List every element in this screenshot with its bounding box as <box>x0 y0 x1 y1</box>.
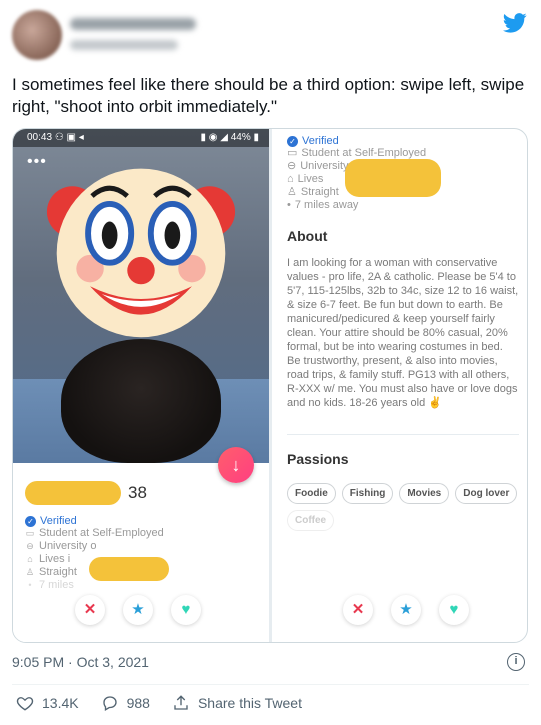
home-icon: ⌂ <box>27 554 33 564</box>
battery-text: 44% <box>230 132 251 143</box>
verified-label-right: Verified <box>302 135 339 147</box>
nope-button[interactable]: ✕ <box>75 595 105 625</box>
battery-level: ▮ ◉ ◢ 44% ▮ <box>200 129 259 147</box>
profile-screenshot-left: 00:43 ⚇ ▣ ◂ ▮ ◉ ◢ 44% ▮ ••• ↓ 38 ✓ Verif… <box>13 129 269 642</box>
divider-line <box>12 684 529 685</box>
profile-age: 38 <box>128 483 147 502</box>
passion-chip: Movies <box>399 483 450 504</box>
reply-count: 988 <box>126 695 150 711</box>
swipe-actions-left: ✕ ★ ♥ <box>75 595 201 625</box>
tweet-timestamp[interactable]: 9:05 PM · Oct 3, 2021 <box>12 654 149 670</box>
passion-chip: Foodie <box>287 483 336 504</box>
status-time: 00:43 <box>27 132 53 143</box>
author-handle-blurred[interactable] <box>70 40 178 50</box>
verified-check-icon: ✓ <box>287 135 298 147</box>
author-name-blurred[interactable] <box>70 18 196 30</box>
photo-beard <box>61 339 221 463</box>
share-action[interactable]: Share this Tweet <box>172 694 302 712</box>
orientation-text-right: Straight <box>300 186 339 198</box>
signal-icons: ▮ ◉ ◢ <box>200 132 231 143</box>
info-job: ▭ Student at Self-Employed <box>25 527 255 540</box>
like-count: 13.4K <box>42 695 79 711</box>
info-icon[interactable]: i <box>507 653 525 671</box>
superlike-button[interactable]: ★ <box>123 595 153 625</box>
briefcase-icon: ▭ <box>25 528 35 538</box>
orientation-text: Straight <box>39 566 77 578</box>
info-distance-right: • 7 miles away <box>287 199 519 212</box>
superlike-button[interactable]: ★ <box>391 595 421 625</box>
clown-face-icon <box>46 168 236 338</box>
heart-icon <box>16 697 34 711</box>
verified-label: Verified <box>40 515 77 527</box>
job-text: Student at Self-Employed <box>39 527 164 539</box>
twitter-bird-icon <box>503 13 527 33</box>
location-text: Lives i <box>39 553 71 565</box>
profile-photo: 00:43 ⚇ ▣ ◂ ▮ ◉ ◢ 44% ▮ ••• <box>13 129 269 463</box>
author-avatar[interactable] <box>12 10 62 60</box>
verified-badge: ✓ Verified <box>25 515 255 527</box>
status-icons: ⚇ ▣ ◂ <box>54 132 84 143</box>
tweet-header <box>12 10 529 62</box>
panel-divider <box>269 129 272 642</box>
passion-chip-faded: Coffee <box>287 510 335 531</box>
briefcase-icon: ▭ <box>287 147 298 159</box>
person-icon: ♙ <box>287 186 297 198</box>
about-text: I am looking for a woman with conservati… <box>287 257 519 409</box>
reply-bubble-icon <box>102 696 117 711</box>
phone-status-bar: 00:43 ⚇ ▣ ◂ ▮ ◉ ◢ 44% ▮ <box>13 129 269 147</box>
like-button[interactable]: ♥ <box>439 595 469 625</box>
location-text-right: Lives <box>297 173 324 185</box>
person-icon: ♙ <box>25 567 35 577</box>
profile-screenshot-right: ✓ Verified ▭ Student at Self-Employed ⊖ Un… <box>275 129 527 642</box>
battery-icon: ▮ <box>250 132 259 143</box>
passions-list: Foodie Fishing Movies Dog lover Coffee <box>287 483 519 531</box>
swipe-actions-right: ✕ ★ ♥ <box>343 595 469 625</box>
reply-action[interactable]: 988 <box>101 694 150 712</box>
tweet-media-image[interactable]: 00:43 ⚇ ▣ ◂ ▮ ◉ ◢ 44% ▮ ••• ↓ 38 ✓ Verif… <box>12 128 528 643</box>
passion-chip: Dog lover <box>455 483 518 504</box>
expand-profile-button[interactable]: ↓ <box>218 447 254 483</box>
section-divider <box>287 434 519 435</box>
redacted-name <box>25 481 121 505</box>
distance-text-right: 7 miles away <box>294 199 359 211</box>
like-action[interactable]: 13.4K <box>16 694 79 712</box>
school-icon: ⊖ <box>26 541 34 551</box>
share-label: Share this Tweet <box>197 695 302 711</box>
passion-chip: Fishing <box>341 483 394 504</box>
school-text: University o <box>39 540 97 552</box>
nope-button[interactable]: ✕ <box>343 595 373 625</box>
redaction-blob <box>89 557 169 581</box>
pin-icon: • <box>28 580 32 590</box>
tweet-actions: 13.4K 988 Share this Tweet <box>16 694 302 712</box>
like-button[interactable]: ♥ <box>171 595 201 625</box>
verified-check-icon: ✓ <box>25 515 36 527</box>
home-icon: ⌂ <box>287 173 294 185</box>
verified-badge-right: ✓ Verified <box>287 135 519 147</box>
distance-text: 7 miles <box>39 579 74 591</box>
redaction-blob-right <box>345 159 441 197</box>
school-icon: ⊖ <box>287 160 297 172</box>
info-school: ⊖ University o <box>25 540 255 553</box>
passions-heading: Passions <box>287 451 349 467</box>
about-heading: About <box>287 228 328 244</box>
share-icon <box>174 695 188 710</box>
tweet-text: I sometimes feel like there should be a … <box>12 75 525 116</box>
pin-icon: • <box>287 199 291 211</box>
